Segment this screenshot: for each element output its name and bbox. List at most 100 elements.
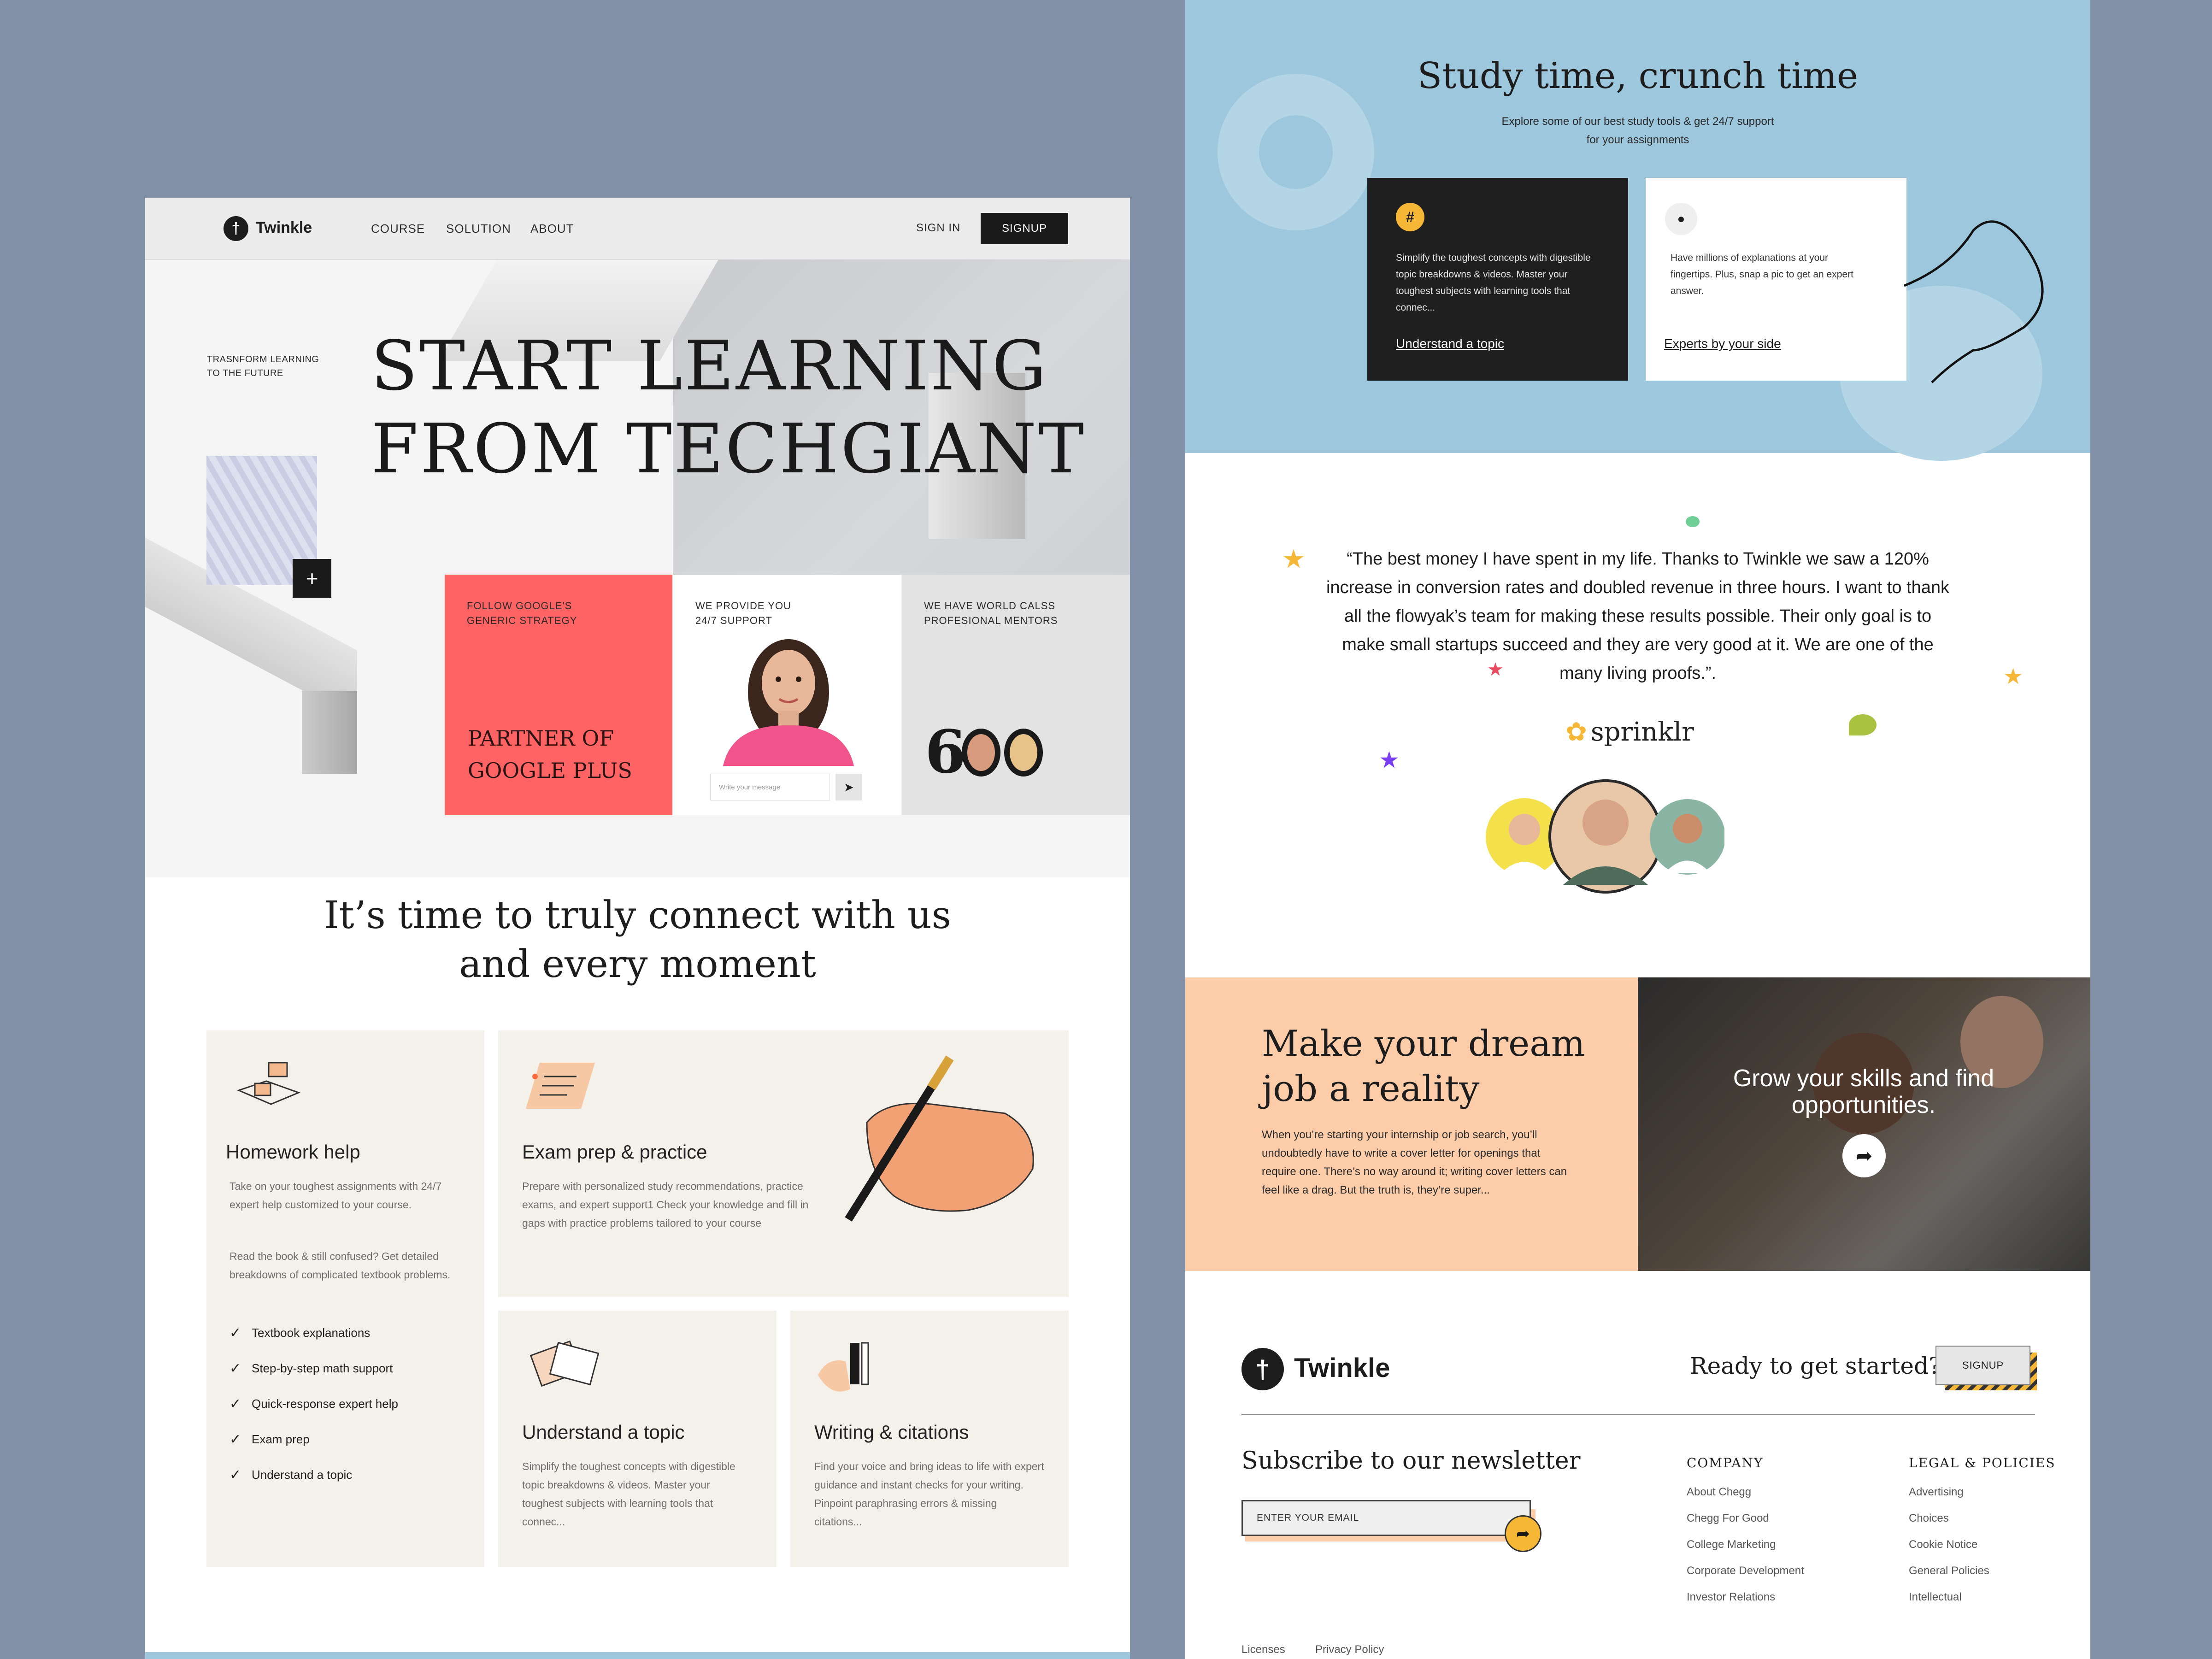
nav-solution[interactable]: SOLUTION [446, 222, 511, 236]
message-input[interactable]: Write your message [710, 774, 830, 800]
experts-tile[interactable]: ● Have millions of explanations at your … [1646, 178, 1906, 381]
dream-job-section: Make your dream job a reality When you’r… [1185, 977, 1638, 1271]
footer-column-heading: LEGAL & POLICIES [1909, 1455, 2056, 1471]
testimonial-quote: “The best money I have spent in my life.… [1326, 549, 1949, 683]
legal-links: LEGAL & POLICIES Advertising Choices Coo… [1909, 1455, 2056, 1610]
footer-link[interactable]: Advertising [1909, 1479, 2056, 1505]
tile-link[interactable]: Experts by your side [1664, 336, 1781, 351]
star-icon: ★ [2003, 665, 2024, 689]
footer-link[interactable]: Cookie Notice [1909, 1531, 2056, 1558]
dream-text: When you’re starting your internship or … [1262, 1129, 1567, 1196]
share-arrow-button[interactable]: ➦ [1842, 1134, 1886, 1177]
tile-text: Simplify the toughest concepts with dige… [1396, 253, 1591, 313]
plus-button[interactable]: + [293, 559, 331, 598]
landing-page-left: † Twinkle COURSE SOLUTION ABOUT SIGN IN … [145, 198, 1130, 1659]
footer-link[interactable]: Investor Relations [1687, 1584, 1804, 1610]
mentor-avatar [962, 729, 1000, 777]
photo-caption-line: Grow your skills and find [1733, 1065, 1994, 1092]
footer-brand[interactable]: Twinkle [1294, 1353, 1390, 1383]
leaf-shape [1849, 714, 1877, 735]
check-icon: ✓ [229, 1360, 241, 1376]
sprinklr-logo-icon: ✿ [1565, 717, 1587, 746]
students-photo: Grow your skills and find opportunities.… [1638, 977, 2090, 1271]
signup-button[interactable]: SIGNUP [981, 213, 1068, 244]
connect-line: and every moment [459, 942, 816, 986]
star-icon: ★ [1379, 747, 1400, 773]
nav-course[interactable]: COURSE [371, 222, 425, 236]
writing-citations-card[interactable]: Writing & citations Find your voice and … [790, 1311, 1069, 1567]
support-agent-avatar [723, 639, 854, 766]
chat-icon: ● [1665, 203, 1697, 235]
feature-title: Writing & citations [814, 1421, 969, 1443]
feature-text: Find your voice and bring ideas to life … [814, 1460, 1044, 1528]
dream-title-line: Make your dream [1262, 1023, 1585, 1065]
feature-title: Homework help [226, 1141, 360, 1163]
footer-column-heading: COMPANY [1687, 1455, 1764, 1471]
footer-bottom-link[interactable]: Privacy Policy [1315, 1641, 1384, 1659]
card-tag-line: GENERIC STRATEGY [467, 615, 577, 626]
understand-topic-card[interactable]: Understand a topic Simplify the toughest… [498, 1311, 777, 1567]
study-subtitle-line: Explore some of our best study tools & g… [1501, 115, 1774, 128]
feature-title: Exam prep & practice [522, 1141, 707, 1163]
topic-icon [529, 1340, 600, 1387]
checklist-label: Understand a topic [252, 1467, 353, 1482]
mentor-avatar [1004, 729, 1043, 777]
dream-title-line: job a reality [1262, 1068, 1480, 1110]
footer-signup-button[interactable]: SIGNUP [1936, 1346, 2030, 1385]
send-button[interactable]: ➤ [835, 774, 862, 800]
footer-link[interactable]: Corporate Development [1687, 1558, 1804, 1584]
footer-logo-icon[interactable]: † [1241, 1348, 1284, 1390]
study-subtitle: Explore some of our best study tools & g… [1185, 112, 2090, 149]
checklist-item: ✓ Quick-response expert help [229, 1394, 398, 1413]
footer-link-list: Advertising Choices Cookie Notice Genera… [1909, 1479, 2056, 1610]
tagline-line: TO THE FUTURE [207, 368, 283, 378]
brand-name[interactable]: Twinkle [256, 219, 312, 237]
footer-link[interactable]: Choices [1909, 1505, 2056, 1531]
footer-bottom-link[interactable]: Licenses [1241, 1641, 1285, 1659]
understand-topic-tile[interactable]: # Simplify the toughest concepts with di… [1367, 178, 1628, 381]
checklist-item: ✓ Step-by-step math support [229, 1359, 398, 1377]
exam-icon [526, 1063, 595, 1109]
partner-title-line: PARTNER OF [468, 726, 614, 751]
writing-icon [818, 1342, 869, 1392]
leaf-shape [1686, 516, 1700, 527]
hashtag-icon: # [1396, 203, 1424, 231]
email-input[interactable]: ENTER YOUR EMAIL [1241, 1500, 1531, 1536]
mentors-card: WE HAVE WORLD CALSS PROFESIONAL MENTORS … [902, 575, 1130, 815]
footer-link[interactable]: About Chegg [1687, 1479, 1804, 1505]
newsletter-submit-button[interactable]: ➦ [1505, 1515, 1541, 1552]
tile-link[interactable]: Understand a topic [1396, 336, 1504, 351]
nav-about[interactable]: ABOUT [530, 222, 574, 236]
footer-link[interactable]: General Policies [1909, 1558, 2056, 1584]
partner-title: PARTNER OF GOOGLE PLUS [468, 722, 632, 787]
sprinklr-logo: ✿ sprinklr [1565, 717, 1694, 747]
mentor-count-digit: 6 [925, 718, 966, 787]
exam-prep-card[interactable]: Exam prep & practice Prepare with person… [498, 1030, 1069, 1297]
star-icon: ★ [1282, 544, 1306, 573]
card-tag: FOLLOW GOOGLE'S GENERIC STRATEGY [467, 599, 577, 628]
footer-link[interactable]: Chegg For Good [1687, 1505, 1804, 1531]
checklist-label: Quick-response expert help [252, 1396, 398, 1411]
partner-card: FOLLOW GOOGLE'S GENERIC STRATEGY PARTNER… [445, 575, 672, 815]
feature-text: Simplify the toughest concepts with dige… [522, 1460, 735, 1528]
hero-title-line: FROM TECHGIANT [371, 409, 1086, 488]
sprinklr-wordmark: sprinklr [1590, 717, 1694, 747]
sign-in-link[interactable]: SIGN IN [916, 222, 960, 235]
checklist-item: ✓ Exam prep [229, 1430, 398, 1448]
hero-title-line: START LEARNING [371, 326, 1048, 406]
logo-icon[interactable]: † [224, 216, 248, 241]
newsletter-heading: Subscribe to our newsletter [1241, 1447, 1581, 1475]
card-tag: WE PROVIDE YOU 24/7 SUPPORT [695, 599, 791, 628]
footer-link[interactable]: Intellectual [1909, 1584, 2056, 1610]
connect-line: It’s time to truly connect with us [324, 894, 951, 937]
feature-title: Understand a topic [522, 1421, 685, 1443]
support-card: WE PROVIDE YOU 24/7 SUPPORT Write your m… [673, 575, 901, 815]
hero-title: START LEARNING FROM TECHGIANT [371, 324, 1086, 490]
footer-link[interactable]: College Marketing [1687, 1531, 1804, 1558]
checklist-label: Exam prep [252, 1432, 310, 1446]
homework-icon [236, 1062, 301, 1105]
photo-overlay [1638, 977, 2090, 1271]
homework-help-card[interactable]: Homework help Take on your toughest assi… [206, 1030, 484, 1567]
beam-shape [302, 691, 357, 774]
checklist-item: ✓ Textbook explanations [229, 1324, 398, 1342]
